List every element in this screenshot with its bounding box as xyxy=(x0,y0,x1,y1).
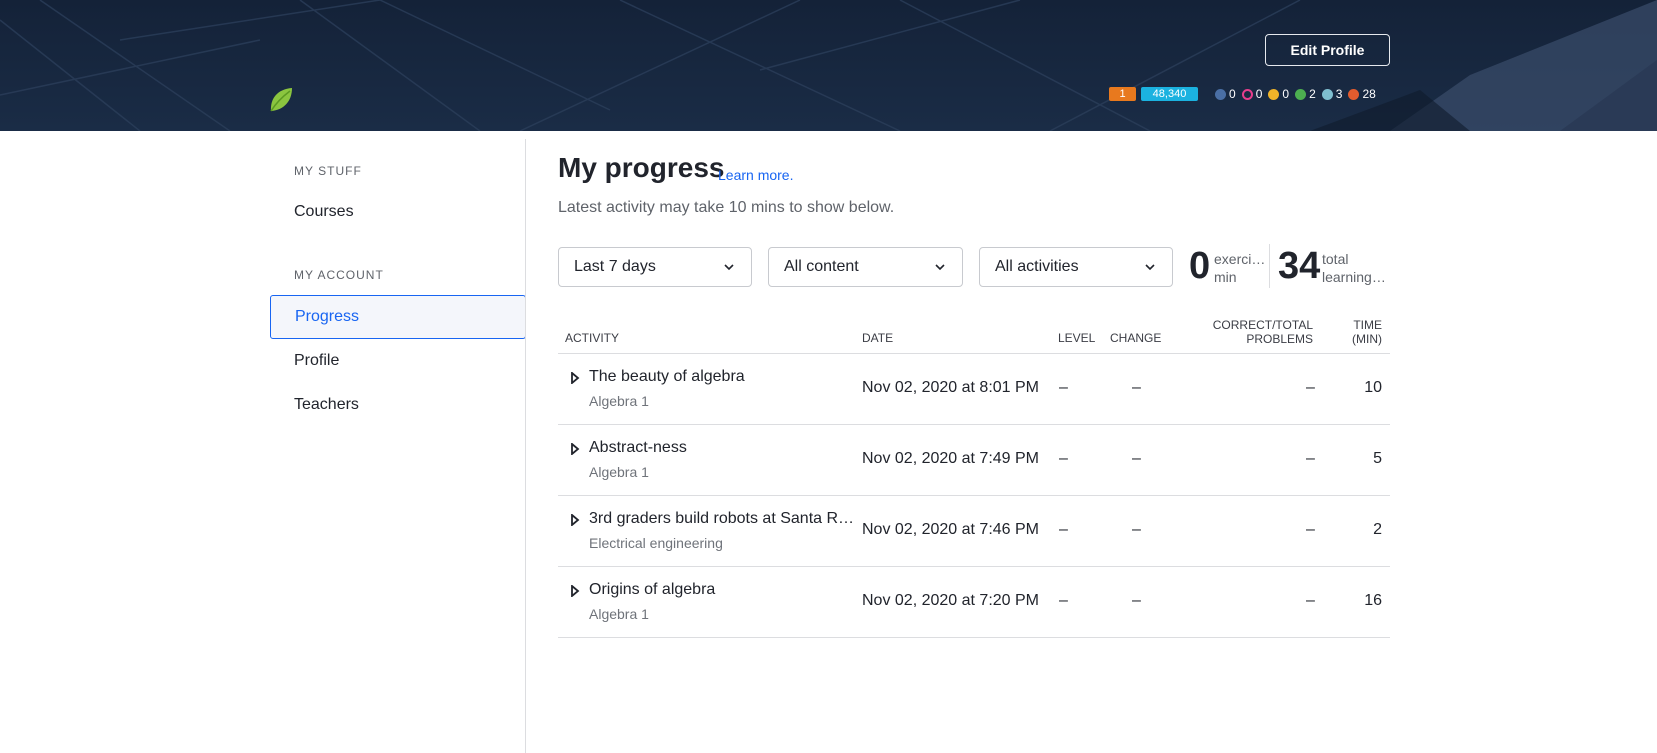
badge-counts[interactable]: 0 0 0 2 3 28 xyxy=(1215,87,1376,101)
expand-row-icon[interactable] xyxy=(570,443,580,455)
sidebar-divider xyxy=(525,139,526,753)
sidebar-item-courses[interactable]: Courses xyxy=(270,190,526,234)
row-activity-title[interactable]: Abstract-ness xyxy=(589,439,687,457)
row-change: – xyxy=(1132,379,1141,396)
total-learning-value: 34 xyxy=(1278,245,1321,287)
row-activity-title[interactable]: 3rd graders build robots at Santa R… xyxy=(589,510,854,528)
col-header-level[interactable]: LEVEL xyxy=(1058,331,1095,345)
time-range-value: Last 7 days xyxy=(574,258,656,275)
row-level: – xyxy=(1059,521,1068,538)
activity-filter-select[interactable]: All activities xyxy=(979,247,1173,287)
profile-banner: Edit Profile 1 48,340 0 0 0 2 3 28 xyxy=(0,0,1657,131)
meteorite-badge: 0 xyxy=(1215,87,1236,101)
col-header-date[interactable]: DATE xyxy=(862,331,893,345)
row-activity-course: Algebra 1 xyxy=(589,393,649,409)
sidebar-item-profile[interactable]: Profile xyxy=(270,339,526,383)
col-header-activity[interactable]: ACTIVITY xyxy=(565,331,619,345)
challenge-patch-icon xyxy=(1348,88,1360,100)
row-divider xyxy=(558,566,1390,567)
energy-points-badge: 48,340 xyxy=(1141,87,1198,101)
user-stats: 1 48,340 0 0 0 2 3 28 xyxy=(1109,87,1376,101)
row-date: Nov 02, 2020 at 7:20 PM xyxy=(862,592,1039,609)
row-change: – xyxy=(1132,450,1141,467)
row-date: Nov 02, 2020 at 7:49 PM xyxy=(862,450,1039,467)
row-time: 2 xyxy=(1373,521,1382,538)
row-activity-course: Electrical engineering xyxy=(589,535,723,551)
sun-badge: 2 xyxy=(1295,87,1316,101)
row-correct: – xyxy=(1306,450,1315,467)
col-header-change[interactable]: CHANGE xyxy=(1110,331,1161,345)
banner-background xyxy=(0,0,1657,131)
col-header-correct[interactable]: CORRECT/TOTAL PROBLEMS xyxy=(1200,318,1313,346)
exercise-minutes-unit: min xyxy=(1214,269,1237,285)
sidebar-item-progress[interactable]: Progress xyxy=(270,295,526,339)
row-activity-course: Algebra 1 xyxy=(589,606,649,622)
row-time: 10 xyxy=(1364,379,1382,396)
kpi-divider xyxy=(1269,244,1270,288)
expand-row-icon[interactable] xyxy=(570,372,580,384)
challenge-patch-badge: 28 xyxy=(1348,87,1376,101)
total-learning-label: total xyxy=(1322,251,1349,267)
row-change: – xyxy=(1132,521,1141,538)
row-change: – xyxy=(1132,592,1141,609)
earth-badge-icon xyxy=(1268,88,1280,100)
earth-badge: 0 xyxy=(1268,87,1289,101)
row-activity-title[interactable]: The beauty of algebra xyxy=(589,368,745,386)
row-divider xyxy=(558,637,1390,638)
row-activity-course: Algebra 1 xyxy=(589,464,649,480)
exercise-minutes-value: 0 xyxy=(1189,245,1211,287)
table-header-divider xyxy=(558,353,1390,354)
moon-badge: 0 xyxy=(1241,87,1262,101)
chevron-down-icon xyxy=(935,264,945,271)
row-time: 16 xyxy=(1364,592,1382,609)
learn-more-link[interactable]: Learn more. xyxy=(718,167,793,183)
exercise-minutes-label: exerci… xyxy=(1214,251,1266,267)
row-date: Nov 02, 2020 at 7:46 PM xyxy=(862,521,1039,538)
leaf-logo-icon xyxy=(268,86,294,119)
my-account-heading: MY ACCOUNT xyxy=(294,268,384,282)
moon-badge-icon xyxy=(1241,88,1253,100)
col-header-time[interactable]: TIME (MIN) xyxy=(1330,318,1382,346)
my-stuff-heading: MY STUFF xyxy=(294,164,362,178)
row-date: Nov 02, 2020 at 8:01 PM xyxy=(862,379,1039,396)
sun-badge-icon xyxy=(1295,88,1307,100)
expand-row-icon[interactable] xyxy=(570,585,580,597)
row-correct: – xyxy=(1306,379,1315,396)
row-level: – xyxy=(1059,592,1068,609)
row-correct: – xyxy=(1306,592,1315,609)
row-level: – xyxy=(1059,379,1068,396)
time-range-select[interactable]: Last 7 days xyxy=(558,247,752,287)
edit-profile-button[interactable]: Edit Profile xyxy=(1265,34,1390,66)
activity-filter-value: All activities xyxy=(995,258,1079,275)
chevron-down-icon xyxy=(724,264,734,271)
row-activity-title[interactable]: Origins of algebra xyxy=(589,581,715,599)
row-level: – xyxy=(1059,450,1068,467)
content-filter-value: All content xyxy=(784,258,859,275)
row-divider xyxy=(558,424,1390,425)
row-correct: – xyxy=(1306,521,1315,538)
total-learning-label-2: learning… xyxy=(1322,269,1386,285)
page-title: My progress xyxy=(558,152,725,183)
chevron-down-icon xyxy=(1145,264,1155,271)
row-divider xyxy=(558,495,1390,496)
black-hole-badge-icon xyxy=(1321,88,1333,100)
meteorite-badge-icon xyxy=(1215,88,1226,100)
black-hole-badge: 3 xyxy=(1321,87,1342,101)
page-subtitle: Latest activity may take 10 mins to show… xyxy=(558,199,895,216)
expand-row-icon[interactable] xyxy=(570,514,580,526)
sidebar-item-teachers[interactable]: Teachers xyxy=(270,383,526,427)
row-time: 5 xyxy=(1373,450,1382,467)
content-filter-select[interactable]: All content xyxy=(768,247,963,287)
level-badge: 1 xyxy=(1109,87,1136,101)
